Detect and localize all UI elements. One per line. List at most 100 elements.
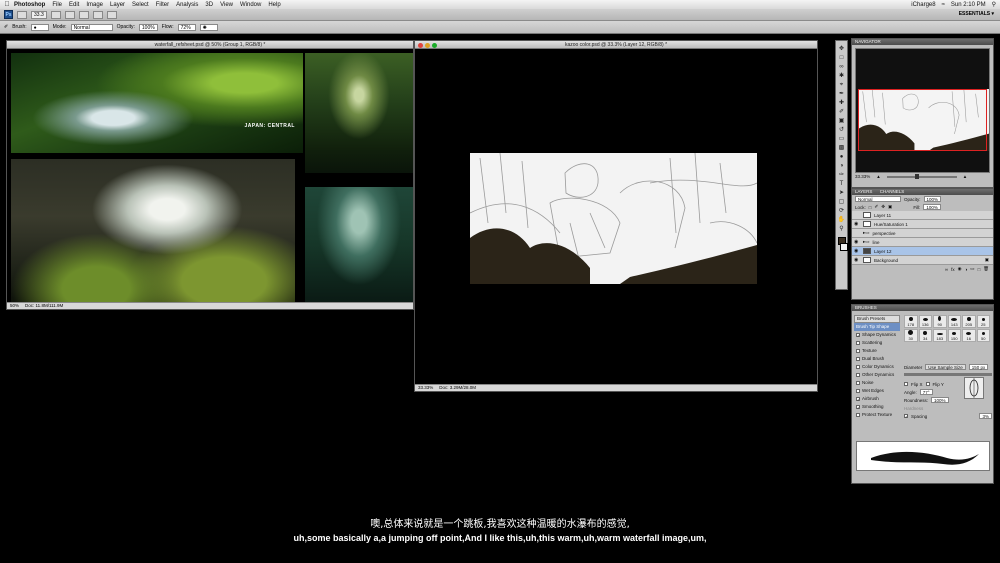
- hand-tool-button[interactable]: [50, 10, 61, 19]
- navigator-zoom-slider[interactable]: [886, 174, 957, 179]
- brush-tip[interactable]: 25: [976, 315, 990, 328]
- brush-option-noise[interactable]: Noise: [854, 379, 900, 387]
- brush-option-dual-brush[interactable]: Dual Brush: [854, 355, 900, 363]
- layer-style-icon[interactable]: fx: [951, 267, 955, 272]
- eyedropper-tool-icon[interactable]: ✒: [837, 90, 846, 98]
- roundness-field[interactable]: 100%: [931, 397, 949, 403]
- brush-option-color-dynamics[interactable]: Color Dynamics: [854, 363, 900, 371]
- brush-option-protect-texture[interactable]: Protect Texture: [854, 411, 900, 419]
- checkbox[interactable]: [856, 349, 860, 353]
- path-select-tool-icon[interactable]: ➤: [837, 189, 846, 197]
- tab-layers[interactable]: LAYERS: [855, 189, 872, 194]
- user-name[interactable]: iCharge8: [911, 2, 935, 8]
- brush-tip[interactable]: 34: [918, 329, 932, 342]
- workspace-switcher[interactable]: ESSENTIALS ▾: [959, 11, 994, 17]
- brush-tip[interactable]: 136: [918, 315, 932, 328]
- history-brush-tool-icon[interactable]: ↺: [837, 126, 846, 134]
- zoom-level-field[interactable]: 33.3: [31, 10, 47, 19]
- screen-mode-button[interactable]: [106, 10, 117, 19]
- diameter-slider[interactable]: [904, 373, 992, 376]
- lock-transparency-icon[interactable]: □: [869, 205, 872, 210]
- angle-roundness-widget[interactable]: [964, 377, 984, 399]
- layer-row[interactable]: ▸▭ perspective: [852, 229, 993, 238]
- brush-tip[interactable]: 50: [976, 329, 990, 342]
- lock-position-icon[interactable]: ✥: [881, 204, 885, 210]
- dodge-tool-icon[interactable]: ◑: [837, 162, 846, 170]
- background-color-swatch[interactable]: [840, 243, 848, 251]
- brush-tool-icon[interactable]: ✐: [837, 108, 846, 116]
- zoom-slider-handle[interactable]: [914, 174, 919, 179]
- brush-option-airbrush[interactable]: ✓ Airbrush: [854, 395, 900, 403]
- arrange-documents-button[interactable]: [92, 10, 103, 19]
- spacing-field[interactable]: 3%: [979, 413, 992, 419]
- new-layer-icon[interactable]: □: [978, 267, 981, 272]
- type-tool-icon[interactable]: T: [837, 180, 846, 188]
- use-sample-size-button[interactable]: Use Sample Size: [925, 364, 966, 370]
- clone-stamp-tool-icon[interactable]: ▣: [837, 117, 846, 125]
- flip-y-checkbox[interactable]: [925, 382, 930, 386]
- flow-field[interactable]: 72%: [177, 23, 196, 31]
- lasso-tool-icon[interactable]: ∞: [837, 63, 846, 71]
- menu-filter[interactable]: Filter: [156, 2, 169, 8]
- layer-blend-mode-select[interactable]: Normal: [855, 196, 901, 202]
- hand-tool-icon[interactable]: ✋: [837, 216, 846, 224]
- zoom-tool-icon[interactable]: ⚲: [837, 225, 846, 233]
- navigator-preview[interactable]: [855, 48, 990, 173]
- reference-window-titlebar[interactable]: waterfall_refsheet.psd @ 50% (Group 1, R…: [7, 41, 413, 49]
- add-mask-icon[interactable]: ◉: [958, 266, 962, 272]
- navigator-zoom-value[interactable]: 33.33%: [855, 173, 870, 181]
- marquee-tool-icon[interactable]: □: [837, 54, 846, 62]
- opacity-field[interactable]: 100%: [138, 23, 158, 31]
- layer-row-active[interactable]: ◉ Layer 12: [852, 247, 993, 256]
- checkbox[interactable]: ✓: [856, 333, 860, 338]
- menu-3d[interactable]: 3D: [205, 2, 213, 8]
- move-tool-icon[interactable]: ✥: [837, 45, 846, 53]
- menu-window[interactable]: Window: [240, 2, 261, 8]
- layer-row[interactable]: ◉ Hue/Saturation 1: [852, 220, 993, 229]
- layer-row[interactable]: ◉ ▸▭ line: [852, 238, 993, 247]
- wifi-icon[interactable]: ≈: [942, 2, 945, 8]
- link-layers-icon[interactable]: ∞: [945, 267, 948, 272]
- healing-tool-icon[interactable]: ✚: [837, 99, 846, 107]
- app-menu[interactable]: Photoshop: [14, 2, 45, 8]
- brush-tip[interactable]: 205: [962, 315, 976, 328]
- checkbox[interactable]: [856, 341, 860, 345]
- layer-row[interactable]: ◉ Background ▣: [852, 256, 993, 265]
- 3d-rotate-tool-icon[interactable]: ⟳: [837, 207, 846, 215]
- brush-presets-button[interactable]: Brush Presets: [854, 315, 900, 323]
- angle-field[interactable]: 77°: [919, 389, 933, 395]
- brush-tip[interactable]: 90: [933, 315, 947, 328]
- spotlight-search-icon[interactable]: ⚲: [992, 1, 996, 8]
- brush-option-wet-edges[interactable]: Wet Edges: [854, 387, 900, 395]
- brush-tip[interactable]: 183: [933, 329, 947, 342]
- visibility-eye-icon[interactable]: ◉: [854, 221, 860, 227]
- sketch-canvas[interactable]: [470, 153, 757, 284]
- eraser-tool-icon[interactable]: ▭: [837, 135, 846, 143]
- menu-select[interactable]: Select: [132, 2, 149, 8]
- visibility-eye-icon[interactable]: ◉: [854, 257, 860, 263]
- adjustment-layer-icon[interactable]: ◑: [965, 267, 968, 272]
- layer-opacity-field[interactable]: 100%: [923, 196, 942, 202]
- status-zoom[interactable]: 50%: [10, 303, 19, 309]
- status-zoom[interactable]: 33.33%: [418, 385, 433, 391]
- zoom-out-icon[interactable]: ▲: [876, 173, 880, 181]
- menu-help[interactable]: Help: [268, 2, 280, 8]
- menu-file[interactable]: File: [52, 2, 62, 8]
- brush-tip[interactable]: 30: [904, 329, 918, 342]
- checkbox[interactable]: [856, 413, 860, 417]
- gradient-tool-icon[interactable]: ▩: [837, 144, 846, 152]
- brush-option-texture[interactable]: Texture: [854, 347, 900, 355]
- lock-all-icon[interactable]: ▣: [888, 204, 892, 210]
- menu-layer[interactable]: Layer: [110, 2, 125, 8]
- spacing-checkbox[interactable]: ✓: [904, 414, 908, 419]
- lock-pixels-icon[interactable]: ✐: [874, 204, 878, 210]
- airbrush-toggle[interactable]: ✺: [199, 23, 218, 31]
- brush-tip[interactable]: 16: [962, 329, 976, 342]
- brush-tip[interactable]: 150: [947, 329, 961, 342]
- layer-fill-field[interactable]: 100%: [923, 204, 941, 210]
- navigator-view-box[interactable]: [858, 89, 987, 151]
- shape-tool-icon[interactable]: ▢: [837, 198, 846, 206]
- launch-bridge-button[interactable]: [17, 10, 27, 19]
- menu-view[interactable]: View: [220, 2, 233, 8]
- new-group-icon[interactable]: ▭: [970, 266, 974, 272]
